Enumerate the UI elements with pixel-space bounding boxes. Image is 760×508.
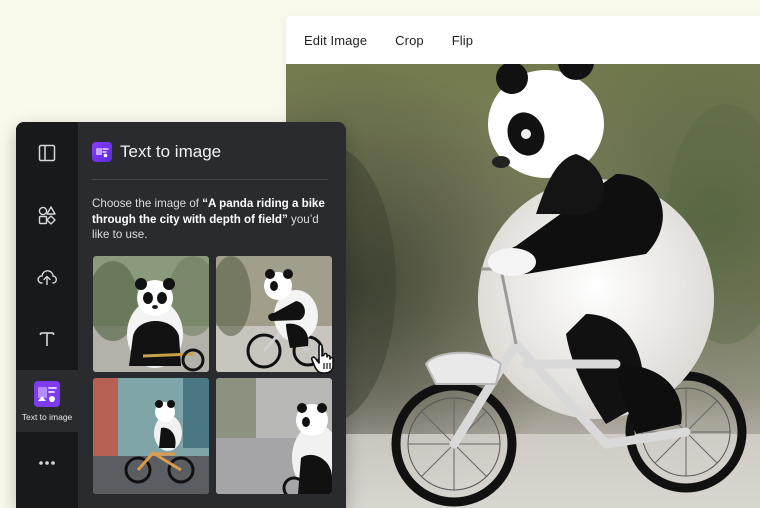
upload-icon (37, 270, 58, 285)
canvas-image[interactable] (286, 64, 760, 508)
panel-title: Text to image (120, 142, 222, 161)
panel-content: Text to image Choose the image of “A pan… (78, 122, 346, 508)
panel-description: Choose the image of “A panda riding a bi… (92, 196, 332, 243)
flip-button[interactable]: Flip (452, 27, 487, 54)
result-thumbnail-1[interactable] (93, 256, 209, 372)
side-rail: Text to image (16, 122, 78, 508)
panda-on-bike-image (286, 64, 760, 508)
thumbnail-image (93, 378, 209, 494)
panel-divider (92, 179, 328, 180)
panel-header: Text to image (92, 142, 221, 162)
thumbnail-image (216, 378, 332, 494)
result-thumbnail-4[interactable] (216, 378, 332, 494)
rail-label-text-to-image: Text to image (21, 411, 73, 422)
image-toolbar: Edit Image Crop Flip (286, 16, 760, 64)
text-to-image-icon (34, 380, 60, 407)
elements-icon (38, 206, 56, 225)
hand-cursor-icon (310, 343, 334, 374)
text-to-image-title-icon (92, 142, 112, 162)
rail-item-elements[interactable] (16, 184, 78, 246)
rail-item-text[interactable] (16, 308, 78, 370)
rail-item-text-to-image[interactable]: Text to image (16, 370, 78, 432)
more-icon (39, 461, 55, 465)
result-thumbnail-3[interactable] (93, 378, 209, 494)
thumbnail-image (93, 256, 209, 372)
layout-icon (38, 144, 56, 162)
crop-button[interactable]: Crop (395, 27, 438, 54)
rail-item-more[interactable] (16, 432, 78, 494)
text-icon (39, 332, 55, 346)
edit-image-button[interactable]: Edit Image (304, 27, 381, 54)
desc-prefix: Choose the image of (92, 197, 203, 210)
text-to-image-panel: Text to image Text to image Choose the i… (16, 122, 346, 508)
rail-item-layout[interactable] (16, 122, 78, 184)
rail-item-uploads[interactable] (16, 246, 78, 308)
editor-window: Edit Image Crop Flip (286, 16, 760, 508)
